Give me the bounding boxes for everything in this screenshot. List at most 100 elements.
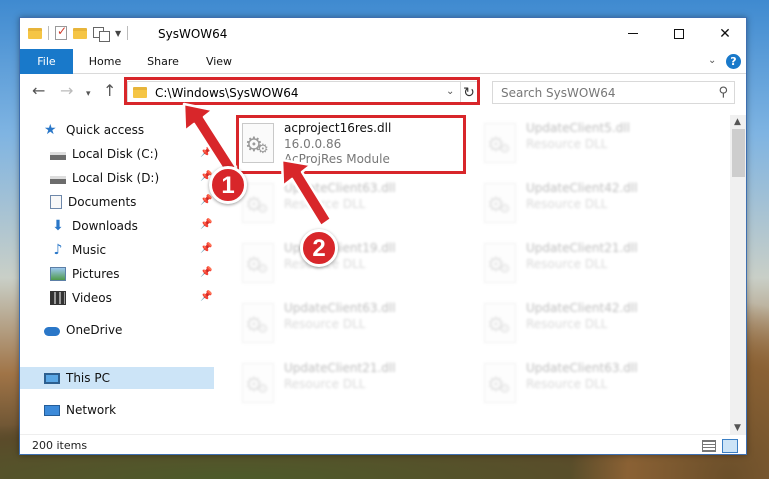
star-icon: ★ — [44, 122, 57, 138]
forward-button[interactable]: → — [60, 83, 73, 99]
search-placeholder: Search SysWOW64 — [501, 86, 616, 100]
file-name: UpdateClient21.dll — [284, 361, 396, 375]
onedrive-icon — [44, 327, 60, 336]
pictures-icon — [50, 267, 66, 281]
scroll-up-icon[interactable]: ▲ — [734, 117, 741, 127]
folder-icon — [28, 27, 42, 39]
sidebar-item-label: Music — [72, 243, 107, 257]
step-1-callout: 1 — [209, 166, 247, 204]
toolbar-separator — [127, 26, 129, 40]
sidebar-item-label: OneDrive — [66, 323, 123, 337]
title-bar: ▼ SysWOW64 ✕ — [20, 18, 746, 49]
file-description: Resource DLL — [526, 317, 608, 331]
file-description: Resource DLL — [526, 257, 608, 271]
maximize-icon — [674, 28, 684, 39]
videos-icon — [50, 291, 66, 305]
pin-icon[interactable]: 📌 — [200, 243, 212, 254]
file-description: Resource DLL — [526, 137, 608, 151]
item-count: 200 items — [32, 439, 88, 452]
sidebar-item-label: Videos — [72, 291, 112, 305]
sidebar-item-label: Downloads — [72, 219, 138, 233]
tab-file[interactable]: File — [20, 49, 73, 74]
file-item[interactable]: UpdateClient42.dll Resource DLL — [474, 297, 704, 349]
dll-file-icon — [484, 243, 516, 283]
file-item[interactable]: UpdateClient19.dll Resource DLL — [232, 237, 462, 289]
search-input[interactable]: Search SysWOW64 ⚲ — [492, 81, 735, 104]
file-item[interactable]: UpdateClient63.dll Resource DLL — [232, 177, 462, 229]
up-button[interactable]: ↑ — [103, 83, 116, 99]
dll-file-icon — [242, 243, 274, 283]
file-name: UpdateClient5.dll — [526, 121, 630, 135]
sidebar-item-label: Local Disk (C:) — [72, 147, 159, 161]
disk-icon — [50, 152, 66, 160]
file-item[interactable]: UpdateClient42.dll Resource DLL — [474, 177, 704, 229]
view-properties-icon[interactable] — [93, 26, 110, 42]
sidebar-item-local-disk-d[interactable]: Local Disk (D:) 📌 — [20, 167, 214, 189]
file-item[interactable]: UpdateClient21.dll Resource DLL — [232, 357, 462, 409]
scroll-thumb[interactable] — [732, 129, 745, 177]
music-icon: ♪ — [53, 242, 63, 258]
file-name: UpdateClient63.dll — [284, 301, 396, 315]
sidebar-item-label: This PC — [66, 371, 110, 385]
tab-home[interactable]: Home — [80, 49, 130, 74]
file-highlight-box — [236, 115, 466, 174]
new-folder-icon[interactable] — [73, 27, 87, 39]
close-button[interactable]: ✕ — [702, 18, 746, 49]
documents-icon — [50, 195, 62, 209]
vertical-scrollbar[interactable]: ▲ ▼ — [730, 115, 746, 435]
minimize-button[interactable] — [610, 18, 656, 49]
network-icon — [44, 404, 60, 416]
help-icon[interactable]: ? — [726, 54, 741, 69]
dll-file-icon — [242, 183, 274, 223]
ribbon-tabs: File Home Share View ⌄ ? — [20, 49, 746, 74]
file-description: Resource DLL — [526, 377, 608, 391]
downloads-icon: ⬇ — [52, 218, 64, 234]
sidebar-item-downloads[interactable]: ⬇ Downloads 📌 — [20, 215, 214, 237]
details-view-icon[interactable] — [702, 440, 716, 452]
file-item[interactable]: UpdateClient21.dll Resource DLL — [474, 237, 704, 289]
dll-file-icon — [484, 183, 516, 223]
back-button[interactable]: ← — [32, 83, 45, 99]
sidebar-item-quick-access[interactable]: ★ Quick access — [20, 119, 214, 141]
sidebar-item-documents[interactable]: Documents 📌 — [20, 191, 214, 213]
pin-icon[interactable]: 📌 — [200, 219, 212, 230]
quick-access-toolbar: ▼ — [28, 24, 129, 42]
dll-file-icon — [242, 303, 274, 343]
disk-icon — [50, 176, 66, 184]
search-icon: ⚲ — [718, 85, 728, 100]
sidebar-item-videos[interactable]: Videos 📌 — [20, 287, 214, 309]
sidebar-item-local-disk-c[interactable]: Local Disk (C:) 📌 — [20, 143, 214, 165]
address-highlight-box — [124, 77, 480, 105]
recent-locations-button[interactable]: ▾ — [86, 86, 91, 102]
file-description: Resource DLL — [284, 317, 366, 331]
window-title: SysWOW64 — [158, 27, 228, 41]
tab-view[interactable]: View — [196, 49, 242, 74]
toolbar-separator — [48, 26, 49, 40]
pin-icon[interactable]: 📌 — [200, 147, 212, 158]
properties-check-icon[interactable] — [55, 24, 67, 40]
sidebar-item-this-pc[interactable]: This PC — [20, 367, 214, 389]
file-name: UpdateClient63.dll — [284, 181, 396, 195]
expand-ribbon-chevron-icon[interactable]: ⌄ — [708, 55, 716, 66]
sidebar-item-network[interactable]: Network — [20, 399, 214, 421]
status-bar: 200 items — [20, 434, 746, 454]
maximize-button[interactable] — [656, 18, 702, 49]
file-item[interactable]: UpdateClient63.dll Resource DLL — [474, 357, 704, 409]
large-icons-view-icon[interactable] — [722, 439, 738, 453]
pin-icon[interactable]: 📌 — [200, 291, 212, 302]
pin-icon[interactable]: 📌 — [200, 195, 212, 206]
navigation-pane: ★ Quick access Local Disk (C:) 📌 Local D… — [20, 115, 214, 441]
sidebar-item-pictures[interactable]: Pictures 📌 — [20, 263, 214, 285]
sidebar-item-music[interactable]: ♪ Music 📌 — [20, 239, 214, 261]
step-2-callout: 2 — [300, 229, 338, 267]
sidebar-item-onedrive[interactable]: OneDrive — [20, 319, 214, 341]
scroll-down-icon[interactable]: ▼ — [734, 423, 741, 433]
file-name: UpdateClient21.dll — [526, 241, 638, 255]
customize-toolbar-chevron-icon[interactable]: ▼ — [115, 29, 121, 38]
tab-share[interactable]: Share — [138, 49, 188, 74]
file-name: UpdateClient63.dll — [526, 361, 638, 375]
file-item[interactable]: UpdateClient5.dll Resource DLL — [474, 117, 704, 169]
pin-icon[interactable]: 📌 — [200, 267, 212, 278]
file-item[interactable]: UpdateClient63.dll Resource DLL — [232, 297, 462, 349]
file-description: Resource DLL — [284, 197, 366, 211]
